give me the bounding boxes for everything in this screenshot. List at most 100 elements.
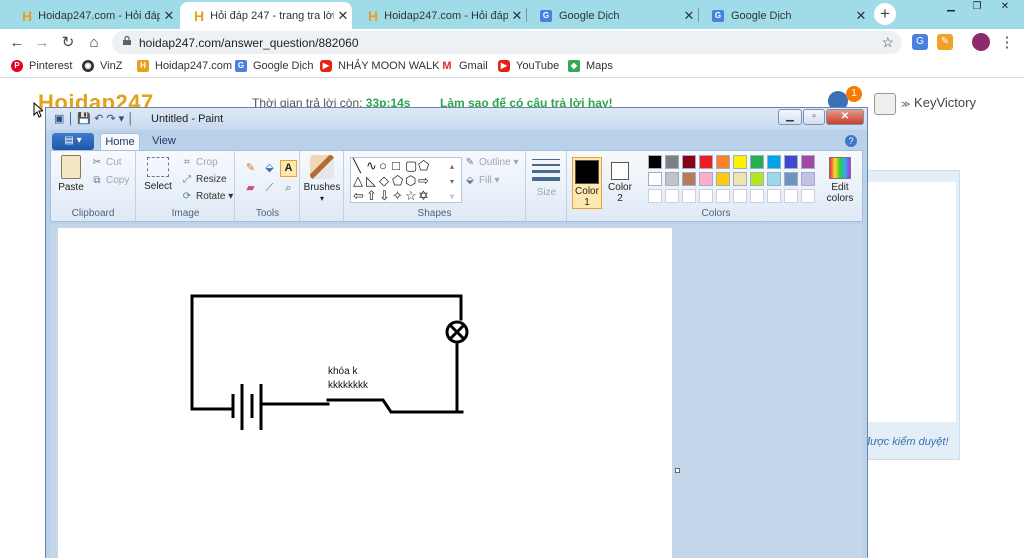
outline-button[interactable]: ✎ Outline ▾ [464,157,519,168]
color-swatch[interactable] [716,155,730,169]
forward-button[interactable]: → [31,32,53,54]
curve-shape-icon[interactable]: ∿ [366,159,377,172]
color-swatch[interactable] [716,172,730,186]
color-swatch[interactable] [801,155,815,169]
color-swatch[interactable] [733,172,747,186]
down-arrow-shape-icon[interactable]: ⇩ [379,189,390,202]
empty-color-swatch[interactable] [733,189,747,203]
color-swatch[interactable] [767,172,781,186]
empty-color-swatch[interactable] [784,189,798,203]
shapes-gallery[interactable]: ╲ ∿ ○ □ ▢ ⬠ △ ◺ ◇ ⬠ ⬡ ⇨ ⇦ ⇧ ⇩ ✧ ☆ ✡ ▴ ▾ [350,157,462,203]
paint-maximize-button[interactable]: ▫ [803,109,825,125]
tab-4[interactable]: G Google Dịch ✕ [526,2,698,29]
up-arrow-shape-icon[interactable]: ⇧ [366,189,377,202]
scroll-down-icon[interactable]: ▾ [450,175,454,188]
color-swatch[interactable] [699,155,713,169]
home-button[interactable]: ⌂ [83,32,105,54]
fill-button[interactable]: ⬙ Fill ▾ [464,175,499,186]
rectangle-shape-icon[interactable]: □ [392,159,400,172]
menu-kebab-icon[interactable]: ⋮ [996,32,1018,54]
tab-view[interactable]: View [146,133,182,151]
tab-5[interactable]: G Google Dịch ✕ [698,2,870,29]
bookmark-vinz[interactable]: ◉ VinZ [82,60,122,72]
magnifier-icon[interactable]: ⌕ [280,180,297,197]
pentagon-shape-icon[interactable]: ⬠ [392,174,403,187]
paint-file-menu-button[interactable]: ▤ ▾ [52,133,94,150]
close-window-button[interactable]: ✕ [990,0,1020,15]
help-icon[interactable]: ? [845,135,857,147]
quick-access-toolbar[interactable]: ▣ │ 💾 ↶ ↷ ▾ │ [54,112,134,125]
bookmark-google-dich[interactable]: G Google Dịch [235,60,314,72]
bookmark-pinterest[interactable]: P Pinterest [11,60,72,72]
hexagon-shape-icon[interactable]: ⬡ [405,174,416,187]
text-tool-icon[interactable]: A [280,160,297,177]
paint-close-button[interactable]: ✕ [826,109,864,125]
color-swatch[interactable] [665,155,679,169]
canvas-resize-handle[interactable] [675,468,680,473]
profile-avatar[interactable] [972,33,990,51]
left-arrow-shape-icon[interactable]: ⇦ [353,189,364,202]
tab-3[interactable]: H Hoidap247.com - Hỏi đáp bà ✕ [354,2,526,29]
new-tab-button[interactable]: + [874,3,896,25]
empty-color-swatch[interactable] [648,189,662,203]
pencil-icon[interactable]: ✎ [242,160,259,177]
empty-color-swatch[interactable] [716,189,730,203]
five-point-star-shape-icon[interactable]: ☆ [405,189,417,202]
resize-button[interactable]: ⤢ Resize [181,174,227,185]
color-swatch[interactable] [648,172,662,186]
color-swatch[interactable] [665,172,679,186]
polygon-shape-icon[interactable]: ⬠ [418,159,429,172]
crop-button[interactable]: ⌗ Crop [181,157,218,168]
color-swatch[interactable] [699,172,713,186]
right-arrow-shape-icon[interactable]: ⇨ [418,174,429,187]
close-icon[interactable]: ✕ [508,8,526,24]
bookmark-gmail[interactable]: M Gmail [441,60,488,72]
paste-button[interactable]: Paste [56,155,86,193]
color-swatch[interactable] [767,155,781,169]
bookmark-youtube[interactable]: ▶ YouTube [498,60,559,72]
address-bar[interactable]: hoidap247.com/answer_question/882060 ☆ [112,31,902,54]
diamond-shape-icon[interactable]: ◇ [379,174,389,187]
tab-1[interactable]: H Hoidap247.com - Hỏi đáp bà ✕ [8,2,178,29]
gallery-expand-icon[interactable]: ▿ [450,190,454,203]
brushes-button[interactable]: Brushes ▾ [303,155,341,204]
cut-button[interactable]: ✂ Cut [91,157,122,168]
size-lines-icon[interactable] [532,159,560,181]
empty-color-swatch[interactable] [750,189,764,203]
six-point-star-shape-icon[interactable]: ✡ [418,189,429,202]
tab-home[interactable]: Home [100,133,140,151]
empty-color-swatch[interactable] [767,189,781,203]
select-button[interactable]: Select [143,155,173,192]
scroll-up-icon[interactable]: ▴ [450,160,454,173]
color-1-button[interactable]: Color 1 [572,157,602,209]
copy-button[interactable]: ⧉ Copy [91,175,129,186]
rotate-button[interactable]: ⟳ Rotate ▾ [181,191,233,202]
user-menu[interactable]: ≫ KeyVictory [901,95,976,110]
fill-bucket-icon[interactable]: ⬙ [261,160,278,177]
bookmark-nhay-moon-walk[interactable]: ▶ NHẢY MOON WALK [320,60,439,72]
color-swatch[interactable] [682,155,696,169]
paint-canvas[interactable]: khóa k kkkkkkkk [58,228,672,558]
tab-2-active[interactable]: H Hỏi đáp 247 - trang tra lời ✕ [180,2,352,29]
close-icon[interactable]: ✕ [852,8,870,24]
empty-color-swatch[interactable] [699,189,713,203]
color-swatch[interactable] [784,155,798,169]
back-button[interactable]: ← [6,32,28,54]
minimize-button[interactable]: ▁ [938,0,964,15]
close-icon[interactable]: ✕ [334,8,352,24]
color-swatch[interactable] [801,172,815,186]
extension-icon[interactable]: ✎ [937,34,953,50]
reload-button[interactable]: ↻ [57,32,79,54]
eraser-icon[interactable]: ▰ [242,180,259,197]
color-2-button[interactable]: Color 2 [605,157,635,209]
paint-title-bar[interactable]: ▣ │ 💾 ↶ ↷ ▾ │ Untitled - Paint ▁ ▫ ✕ [46,108,867,130]
line-shape-icon[interactable]: ╲ [353,159,361,172]
color-swatch[interactable] [750,155,764,169]
close-icon[interactable]: ✕ [680,8,698,24]
bookmark-star-icon[interactable]: ☆ [881,34,894,51]
paint-minimize-button[interactable]: ▁ [778,109,802,125]
four-point-star-shape-icon[interactable]: ✧ [392,189,403,202]
empty-color-swatch[interactable] [801,189,815,203]
restore-button[interactable]: ❐ [964,0,990,15]
color-swatch[interactable] [733,155,747,169]
